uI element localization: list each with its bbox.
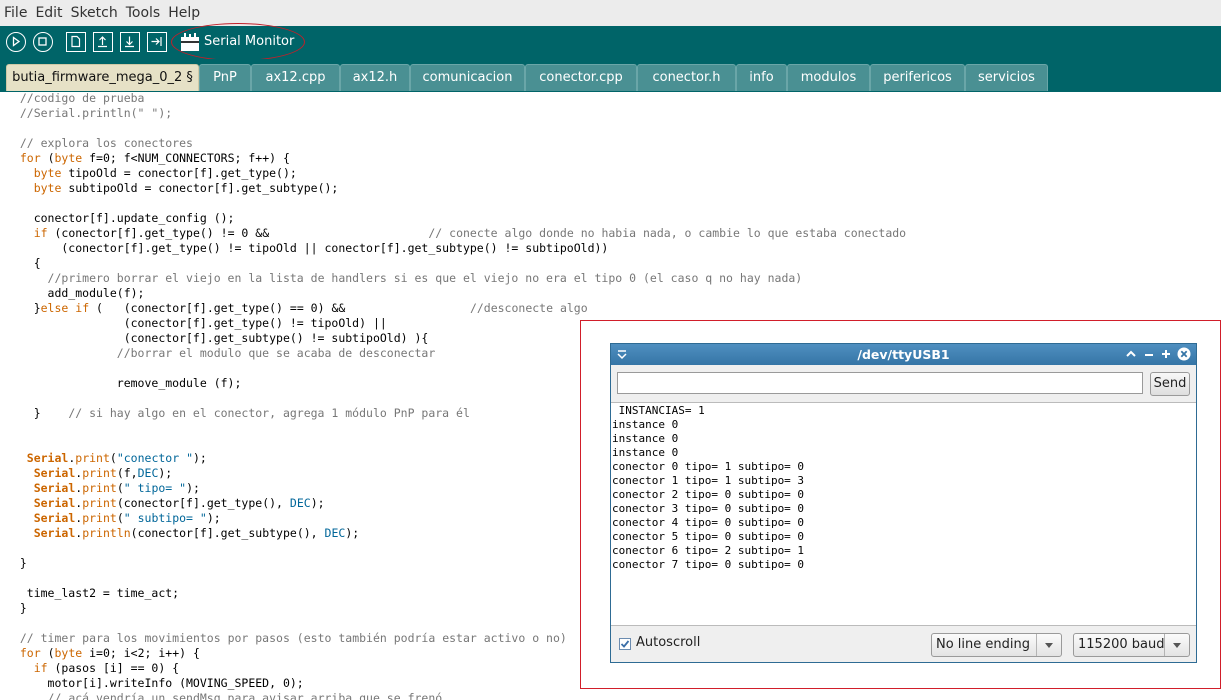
tab-comunicacion[interactable]: comunicacion [410, 64, 525, 91]
tab-pnp[interactable]: PnP [199, 64, 251, 91]
menu-sketch[interactable]: Sketch [67, 0, 122, 26]
autoscroll-label[interactable]: Autoscroll [636, 635, 700, 650]
open-button[interactable] [93, 32, 113, 52]
serial-output-line: conector 1 tipo= 1 subtipo= 3 [612, 474, 805, 487]
tab-ax12-h[interactable]: ax12.h [340, 64, 410, 91]
tab-perifericos[interactable]: perifericos [870, 64, 965, 91]
serial-output-line: INSTANCIAS= 1 [612, 404, 705, 417]
line-ending-value: No line ending [936, 637, 1030, 652]
tab-conector-h[interactable]: conector.h [637, 64, 736, 91]
chevron-down-icon [1164, 634, 1189, 656]
serial-output-line: instance 0 [612, 446, 679, 459]
serial-output-line: conector 0 tipo= 1 subtipo= 0 [612, 460, 805, 473]
new-button[interactable] [66, 32, 86, 52]
annotation-oval [171, 23, 305, 61]
checkmark-icon [620, 640, 630, 648]
serial-output-line: conector 7 tipo= 0 subtipo= 0 [612, 558, 805, 571]
serial-monitor-window: /dev/ttyUSB1 Send INSTANCIAS= 1 instance … [610, 343, 1197, 663]
menu-edit[interactable]: Edit [31, 0, 66, 26]
verify-button[interactable] [6, 32, 26, 52]
tab-info[interactable]: info [736, 64, 787, 91]
verify-icon [12, 36, 21, 47]
new-icon [71, 35, 81, 48]
code-line: // explora los conectores [19, 136, 193, 150]
stop-icon [38, 37, 47, 46]
open-icon [98, 36, 107, 48]
code-line: byte subtipoOld = conector[f].get_subtyp… [33, 181, 339, 195]
serial-input[interactable] [617, 372, 1143, 394]
code-line: if (conector[f].get_type() != 0 && // co… [33, 226, 907, 240]
upload-button[interactable] [147, 32, 167, 52]
minimize-icon[interactable] [1142, 347, 1156, 361]
tab-conector-cpp[interactable]: conector.cpp [525, 64, 637, 91]
code-line: byte tipoOld = conector[f].get_type(); [33, 166, 297, 180]
serial-output-line: conector 6 tipo= 2 subtipo= 1 [612, 544, 805, 557]
baud-rate-value: 115200 baud [1078, 637, 1165, 652]
stop-button[interactable] [33, 32, 53, 52]
serial-output-line: conector 2 tipo= 0 subtipo= 0 [612, 488, 805, 501]
code-line: add_module(f); [6, 286, 145, 300]
code-line: ​ [6, 196, 906, 211]
serial-monitor-titlebar[interactable]: /dev/ttyUSB1 [611, 344, 1196, 365]
code-line: }else if ( (conector[f].get_type() == 0)… [6, 301, 588, 315]
send-button[interactable]: Send [1150, 372, 1190, 396]
chevron-down-icon [1036, 634, 1061, 656]
window-up-icon[interactable] [1124, 347, 1138, 361]
code-line: (conector[f].get_type() != tipoOld || co… [6, 241, 609, 255]
code-line: { [6, 256, 41, 270]
upload-icon [151, 37, 162, 46]
code-line: //primero borrar el viejo en la lista de… [47, 271, 803, 285]
save-icon [125, 36, 134, 48]
menu-help[interactable]: Help [164, 0, 204, 26]
tab-modulos[interactable]: modulos [787, 64, 870, 91]
code-line: //codigo de prueba [19, 92, 145, 105]
autoscroll-checkbox[interactable] [619, 638, 631, 650]
serial-output-text: INSTANCIAS= 1 instance 0 instance 0 instanc… [611, 403, 1196, 573]
code-line: //Serial.println(" "); [19, 106, 173, 120]
line-ending-select[interactable]: No line ending [931, 633, 1062, 657]
code-line: ​ [6, 121, 906, 136]
code-line: conector[f].update_config (); [6, 211, 235, 225]
serial-monitor-title: /dev/ttyUSB1 [857, 347, 950, 362]
serial-output-line: instance 0 [612, 418, 679, 431]
menu-bar: File Edit Sketch Tools Help [0, 0, 1221, 26]
menu-tools[interactable]: Tools [122, 0, 165, 26]
serial-footer: Autoscroll No line ending 115200 baud [611, 628, 1196, 662]
close-icon[interactable] [1177, 347, 1191, 361]
code-line: for (byte f=0; f<NUM_CONNECTORS; f++) { [19, 151, 290, 165]
tab-bar: butia_firmware_mega_0_2 § PnP ax12.cpp a… [0, 59, 1221, 92]
serial-output-line: conector 5 tipo= 0 subtipo= 0 [612, 530, 805, 543]
menu-file[interactable]: File [0, 0, 31, 26]
save-button[interactable] [120, 32, 140, 52]
serial-output-line: instance 0 [612, 432, 679, 445]
baud-rate-select[interactable]: 115200 baud [1073, 633, 1190, 657]
serial-output-line: conector 4 tipo= 0 subtipo= 0 [612, 516, 805, 529]
maximize-icon[interactable] [1159, 347, 1173, 361]
code-line: // acá vendría un sendMsg para avisar ar… [47, 691, 443, 700]
serial-output-line: conector 3 tipo= 0 subtipo= 0 [612, 502, 805, 515]
tab-butia-firmware-mega[interactable]: butia_firmware_mega_0_2 § [6, 64, 199, 91]
tab-ax12-cpp[interactable]: ax12.cpp [251, 64, 340, 91]
serial-output[interactable]: INSTANCIAS= 1 instance 0 instance 0 instanc… [611, 402, 1196, 626]
tab-servicios[interactable]: servicios [965, 64, 1048, 91]
